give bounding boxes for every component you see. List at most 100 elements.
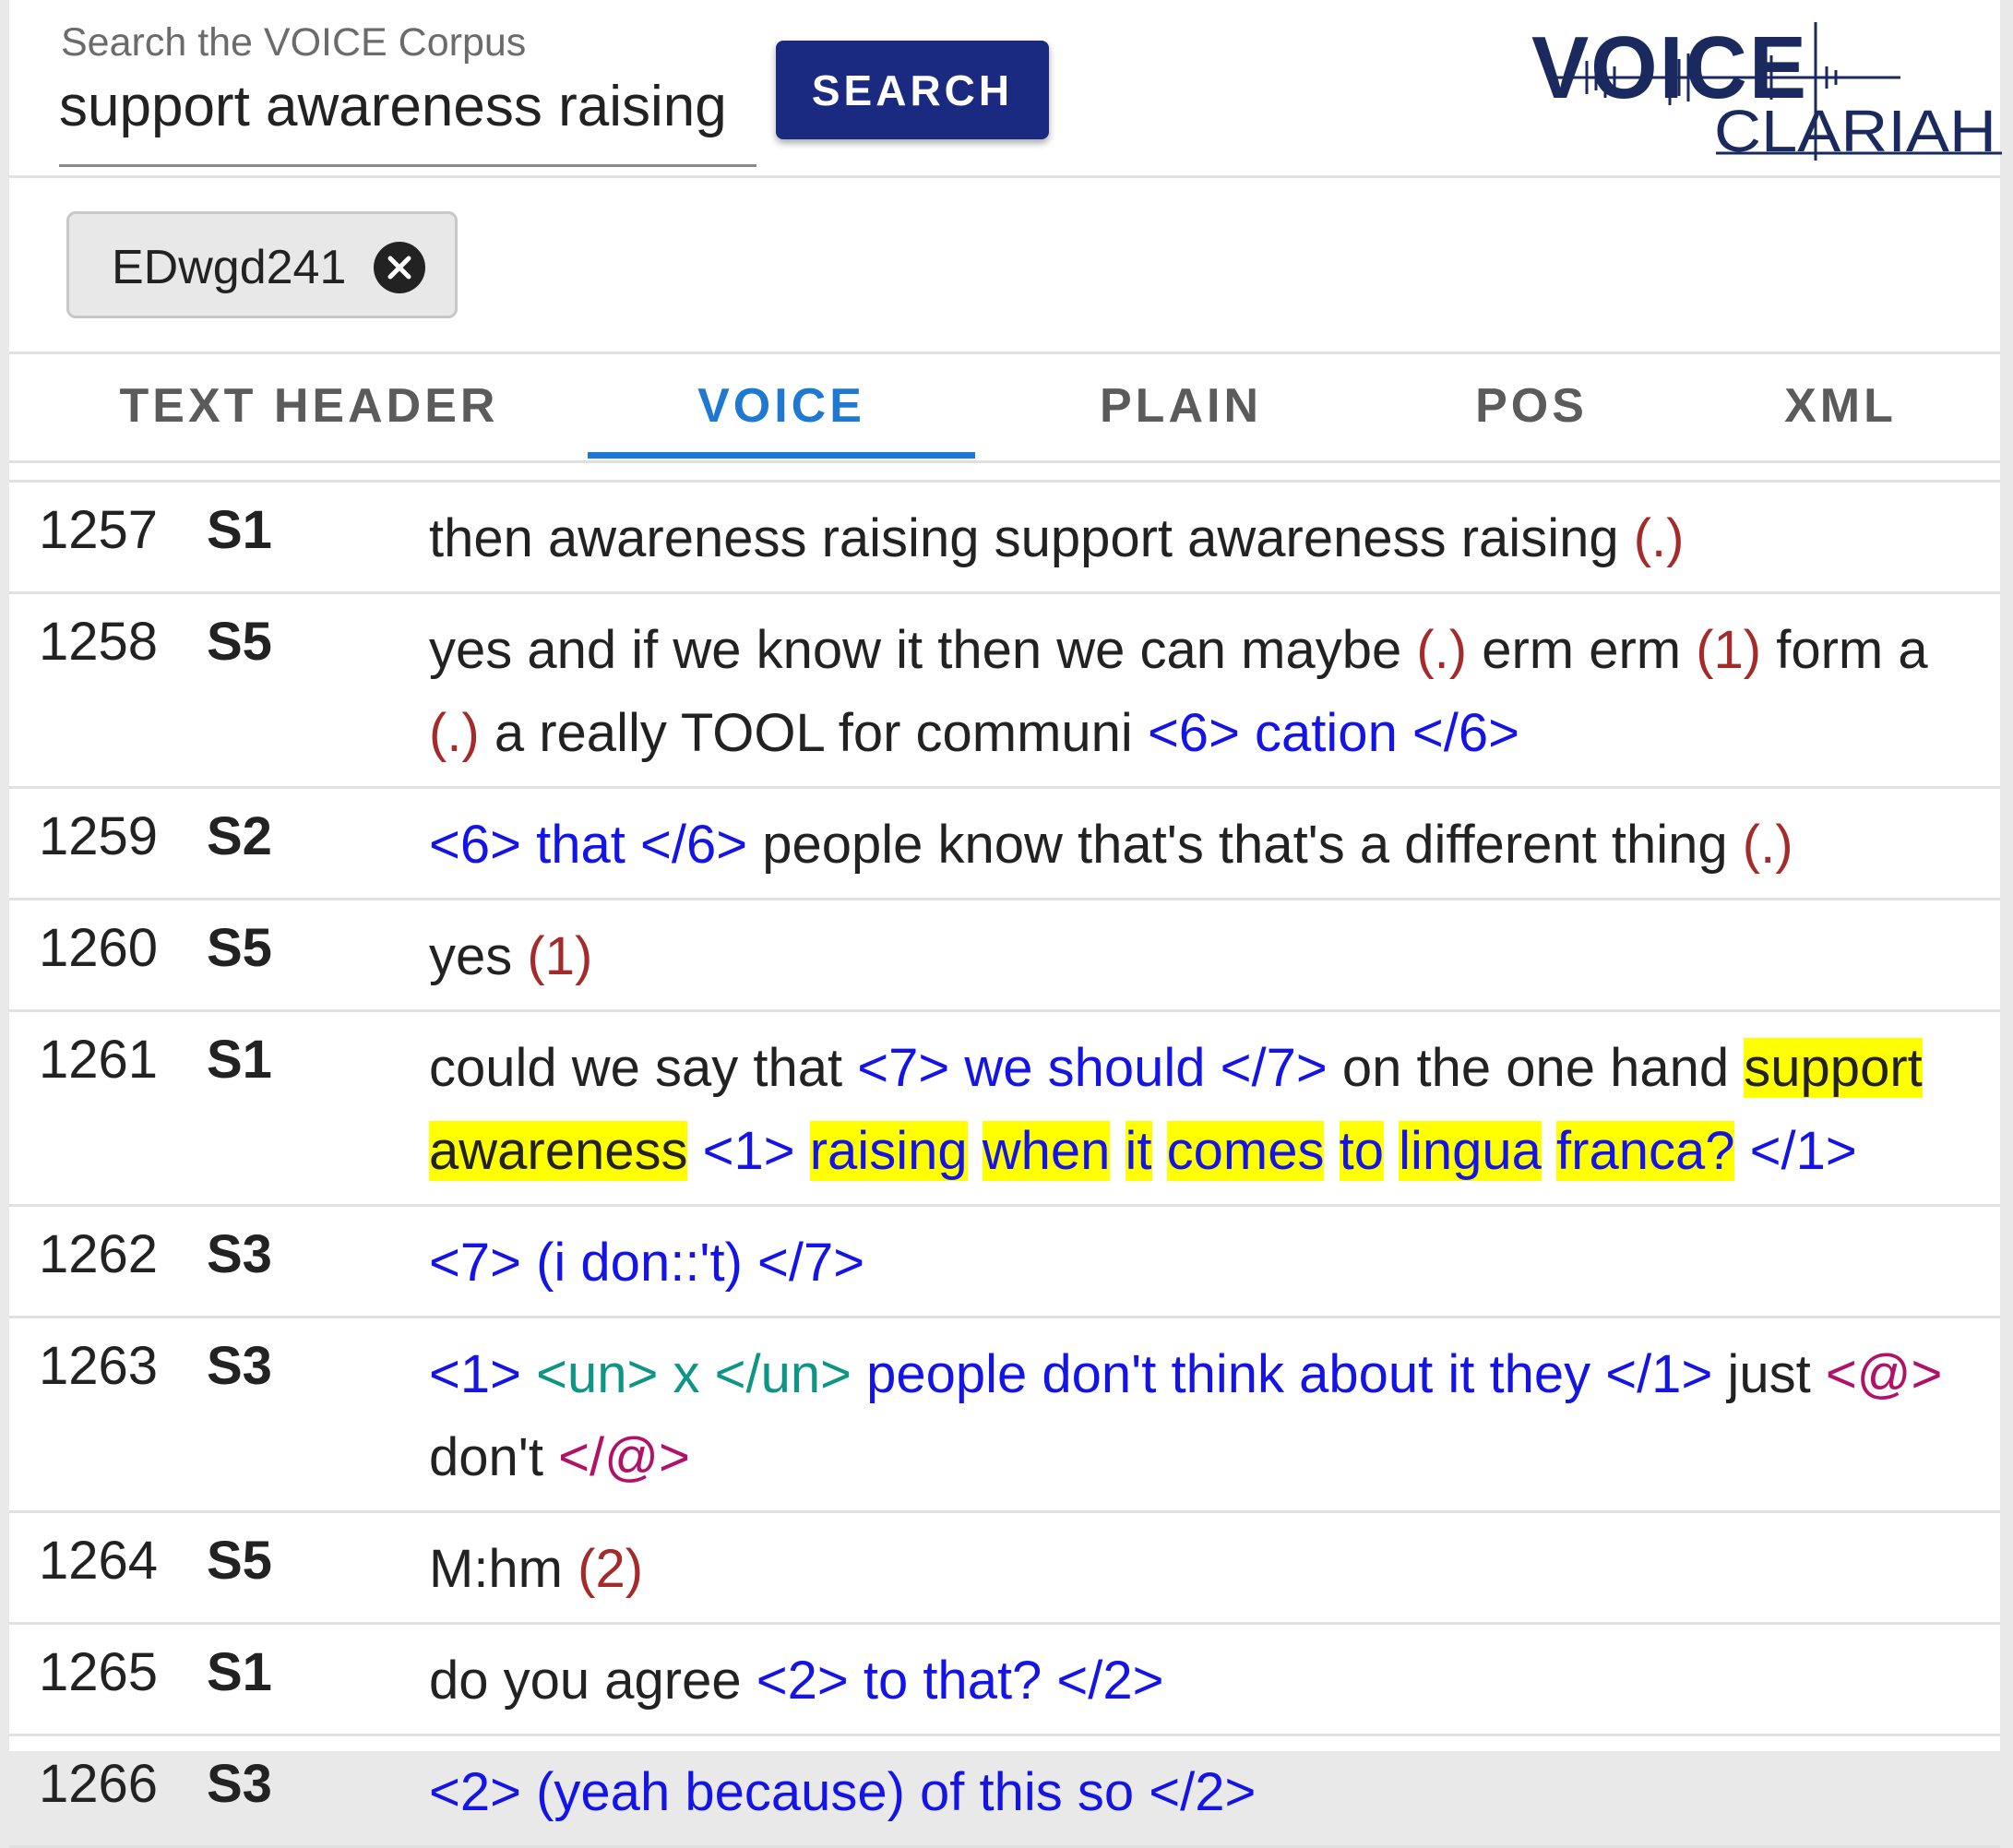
- utterance-segment: M:hm: [429, 1539, 578, 1599]
- utterance-text: then awareness raising support awareness…: [429, 483, 1963, 591]
- utterance-segment: <6> cation </6>: [1147, 703, 1520, 763]
- utterance-segment: <2> (yeah because) of this so </2>: [429, 1762, 1257, 1822]
- utterance-segment: (1): [527, 926, 593, 986]
- transcript-row: 1260 S5 yes (1): [9, 900, 2000, 1012]
- speaker-id: S3: [207, 1224, 272, 1284]
- speaker-id: S3: [207, 1336, 272, 1396]
- utterance-segment: [795, 1121, 810, 1181]
- utterance-text: yes and if we know it then we can maybe …: [429, 594, 1963, 786]
- utterance-segment: people don't think about it they </1>: [851, 1344, 1713, 1404]
- transcript-row: 1262 S3 <7> (i don::'t) </7>: [9, 1207, 2000, 1318]
- line-number: 1260: [39, 918, 159, 978]
- utterance-segment: don't: [429, 1427, 559, 1487]
- view-tabs: TEXT HEADER VOICE PLAIN POS XML: [9, 354, 2000, 463]
- line-number: 1262: [39, 1224, 159, 1284]
- utterance-text: <7> (i don::'t) </7>: [429, 1207, 1963, 1316]
- utterance-segment: [687, 1121, 702, 1181]
- utterance-segment: <@>: [1825, 1344, 1943, 1404]
- search-input[interactable]: [59, 74, 751, 139]
- search-button[interactable]: SEARCH: [776, 41, 1049, 139]
- utterance-segment: then awareness raising support awareness…: [429, 508, 1634, 568]
- utterance-segment: yes: [429, 926, 528, 986]
- line-number: 1263: [39, 1336, 159, 1396]
- utterance-text: do you agree <2> to that? </2>: [429, 1625, 1963, 1734]
- utterance-segment: [1542, 1121, 1556, 1181]
- utterance-segment: [1110, 1121, 1125, 1181]
- active-tab-indicator: [588, 452, 975, 459]
- utterance-segment: </@>: [558, 1427, 690, 1487]
- utterance-segment: <un> x </un>: [536, 1344, 852, 1404]
- speaker-id: S2: [207, 806, 272, 866]
- search-hit: to: [1339, 1121, 1384, 1181]
- transcript-row: 1264 S5 M:hm (2): [9, 1513, 2000, 1625]
- utterance-segment: on the one hand: [1327, 1038, 1745, 1098]
- utterance-segment: do you agree: [429, 1651, 756, 1711]
- document-filter-chip[interactable]: EDwgd241: [66, 211, 458, 318]
- transcript-row: 1257 S1 then awareness raising support awa…: [9, 483, 2000, 594]
- speaker-id: S1: [207, 500, 272, 560]
- transcript-row: 1263 S3 <1> <un> x </un> people don't thin…: [9, 1318, 2000, 1513]
- utterance-segment: (.): [1633, 508, 1685, 568]
- search-field[interactable]: Search the VOICE Corpus: [52, 17, 757, 172]
- utterance-text: <6> that </6> people know that's that's …: [429, 789, 1963, 898]
- search-hit: franca?: [1556, 1121, 1735, 1181]
- speaker-id: S5: [207, 1531, 272, 1591]
- utterance-segment: (.): [1742, 815, 1793, 875]
- utterance-segment: </1>: [1734, 1121, 1857, 1181]
- tab-xml[interactable]: XML: [1688, 354, 1993, 458]
- utterance-segment: <1>: [429, 1344, 521, 1404]
- search-hit: it: [1125, 1121, 1152, 1181]
- utterance-segment: [1152, 1121, 1167, 1181]
- filter-chip-row: EDwgd241: [9, 178, 2000, 354]
- utterance-segment: (1): [1696, 620, 1762, 680]
- search-hit: when: [982, 1121, 1111, 1181]
- transcript-row: 1266 S3 <2> (yeah because) of this so </2>: [9, 1736, 2000, 1848]
- close-icon[interactable]: [374, 242, 425, 293]
- utterance-segment: (2): [578, 1539, 644, 1599]
- utterance-text: could we say that <7> we should </7> on …: [429, 1012, 1963, 1204]
- search-hit: support: [1744, 1038, 1923, 1098]
- speaker-id: S5: [207, 918, 272, 978]
- speaker-id: S1: [207, 1030, 272, 1090]
- search-underline: [59, 164, 756, 167]
- tab-text-header[interactable]: TEXT HEADER: [46, 354, 572, 458]
- search-hit: comes: [1166, 1121, 1325, 1181]
- utterance-segment: [968, 1121, 983, 1181]
- search-header: Search the VOICE Corpus SEARCH VOICE CLA…: [9, 0, 2002, 178]
- transcript-row: 1258 S5 yes and if we know it then we can …: [9, 594, 2000, 789]
- line-number: 1264: [39, 1531, 159, 1591]
- tab-plain[interactable]: PLAIN: [987, 354, 1375, 458]
- search-hit: raising: [809, 1121, 968, 1181]
- utterance-segment: (.): [1416, 620, 1468, 680]
- utterance-segment: [1324, 1121, 1339, 1181]
- search-hit: lingua: [1399, 1121, 1542, 1181]
- utterance-text: M:hm (2): [429, 1513, 1963, 1622]
- voice-clariah-logo: VOICE CLARIAH: [1531, 18, 2002, 164]
- tab-pos[interactable]: POS: [1375, 354, 1688, 458]
- utterance-segment: a really TOOL for communi: [479, 703, 1148, 763]
- tab-voice[interactable]: VOICE: [588, 354, 975, 458]
- utterance-segment: people know that's that's a different th…: [747, 815, 1743, 875]
- search-hit: awareness: [429, 1121, 688, 1181]
- utterance-segment: yes and if we know it then we can maybe: [429, 620, 1417, 680]
- line-number: 1257: [39, 500, 159, 560]
- utterance-segment: form a: [1761, 620, 1928, 680]
- speaker-id: S5: [207, 612, 272, 672]
- line-number: 1266: [39, 1754, 159, 1814]
- line-number: 1265: [39, 1642, 159, 1702]
- utterance-segment: <7> (i don::'t) </7>: [429, 1233, 865, 1293]
- speaker-id: S1: [207, 1642, 272, 1702]
- transcript-list: 1257 S1 then awareness raising support awa…: [9, 480, 2000, 1848]
- chip-label: EDwgd241: [112, 241, 347, 294]
- transcript-row: 1261 S1 could we say that <7> we should </…: [9, 1012, 2000, 1207]
- transcript-row: 1265 S1 do you agree <2> to that? </2>: [9, 1625, 2000, 1736]
- utterance-segment: [1384, 1121, 1399, 1181]
- line-number: 1259: [39, 806, 159, 866]
- utterance-segment: <6> that </6>: [429, 815, 748, 875]
- utterance-segment: <7> we should </7>: [857, 1038, 1328, 1098]
- utterance-segment: <1>: [702, 1121, 795, 1181]
- line-number: 1258: [39, 612, 159, 672]
- utterance-segment: erm erm: [1467, 620, 1697, 680]
- utterance-segment: could we say that: [429, 1038, 858, 1098]
- utterance-segment: [521, 1344, 536, 1404]
